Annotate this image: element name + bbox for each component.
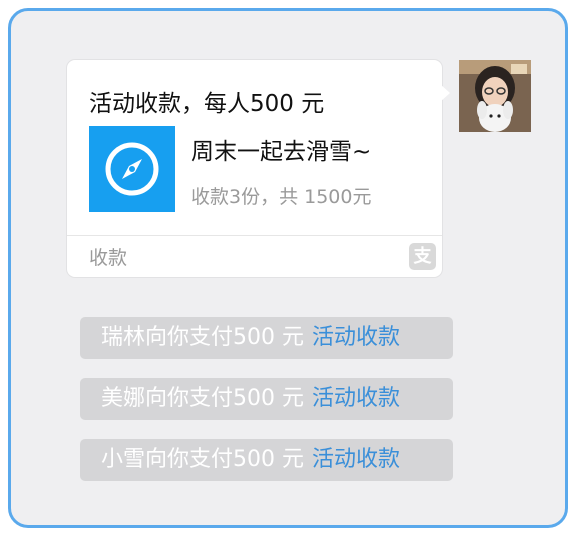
activity-payment-link[interactable]: 活动收款 <box>312 386 400 411</box>
payment-notice: 瑞林向你支付500 元活动收款 <box>80 317 453 359</box>
payment-summary: 收款3份，共 1500元 <box>191 186 372 208</box>
activity-payment-link[interactable]: 活动收款 <box>312 447 400 472</box>
payment-notice: 小雪向你支付500 元活动收款 <box>80 439 453 481</box>
notice-text: 美娜向你支付500 元 <box>101 386 304 411</box>
activity-title: 活动收款，每人500 元 <box>89 91 325 117</box>
notice-text: 瑞林向你支付500 元 <box>101 325 304 350</box>
avatar[interactable] <box>459 60 531 132</box>
activity-subject: 周末一起去滑雪~ <box>191 139 372 165</box>
divider <box>67 235 442 236</box>
notice-text: 小雪向你支付500 元 <box>101 447 304 472</box>
compass-icon <box>89 126 175 212</box>
activity-payment-card[interactable]: 活动收款，每人500 元 周末一起去滑雪~ 收款3份，共 1500元 收款 支 <box>67 60 442 277</box>
activity-payment-link[interactable]: 活动收款 <box>312 325 400 350</box>
payment-notice: 美娜向你支付500 元活动收款 <box>80 378 453 420</box>
alipay-icon: 支 <box>409 243 436 270</box>
card-footer-label: 收款 <box>89 247 128 269</box>
bubble-tail <box>440 84 450 102</box>
